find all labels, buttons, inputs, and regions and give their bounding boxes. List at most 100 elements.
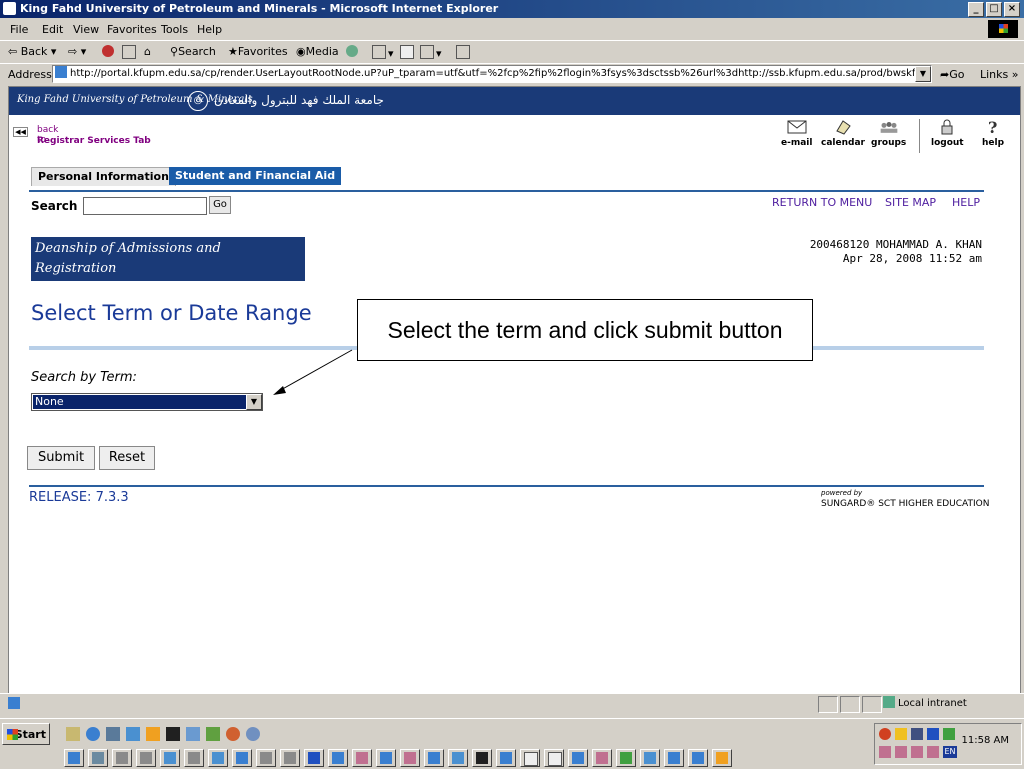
language-indicator[interactable]: EN	[943, 746, 957, 758]
taskbar-window-button[interactable]	[616, 749, 636, 767]
start-button[interactable]: Start	[2, 723, 50, 745]
taskbar-window-button[interactable]	[592, 749, 612, 767]
quicklaunch-icon[interactable]	[66, 727, 80, 741]
taskbar-window-button[interactable]	[472, 749, 492, 767]
history-icon	[346, 45, 358, 57]
forward-button[interactable]: ⇨ ▾	[68, 45, 86, 58]
tray-icon[interactable]	[879, 746, 891, 758]
taskbar-window-button[interactable]	[136, 749, 156, 767]
taskbar-window-button[interactable]	[280, 749, 300, 767]
taskbar-window-button[interactable]	[496, 749, 516, 767]
media-player-icon[interactable]	[146, 727, 160, 741]
taskbar-window-button[interactable]	[712, 749, 732, 767]
taskbar-window-button[interactable]	[352, 749, 372, 767]
search-button[interactable]: ⚲Search	[170, 45, 216, 58]
address-dropdown-icon[interactable]: ▼	[915, 66, 931, 82]
firefox-icon[interactable]	[226, 727, 240, 741]
stop-button[interactable]	[102, 45, 116, 58]
tray-icon[interactable]	[927, 728, 939, 740]
taskbar-window-button[interactable]	[400, 749, 420, 767]
favorites-button[interactable]: ★Favorites	[228, 45, 288, 58]
quicklaunch-icon[interactable]	[246, 727, 260, 741]
stop-icon	[102, 45, 114, 57]
tray-icon[interactable]	[927, 746, 939, 758]
ie-quicklaunch-icon[interactable]	[86, 727, 100, 741]
menu-edit[interactable]: Edit	[42, 23, 63, 36]
taskbar-window-button[interactable]	[544, 749, 564, 767]
ie-status-icon	[8, 697, 20, 709]
clock[interactable]: 11:58 AM	[962, 735, 1009, 746]
tray-icon[interactable]	[911, 746, 923, 758]
quicklaunch-icon[interactable]	[186, 727, 200, 741]
history-button[interactable]	[346, 45, 360, 58]
menu-bar: File Edit View Favorites Tools Help	[0, 18, 1024, 41]
address-input[interactable]: http://portal.kfupm.edu.sa/cp/render.Use…	[52, 65, 932, 83]
taskbar-window-button[interactable]	[424, 749, 444, 767]
window-title: King Fahd University of Petroleum and Mi…	[20, 2, 499, 15]
quicklaunch-icon[interactable]	[206, 727, 220, 741]
mail-icon	[372, 45, 386, 59]
address-bar: Address http://portal.kfupm.edu.sa/cp/re…	[0, 63, 1024, 85]
edit-button[interactable]: ▾	[420, 45, 442, 60]
outlook-icon[interactable]	[126, 727, 140, 741]
address-go-button[interactable]: ➦Go	[940, 68, 964, 81]
close-button[interactable]: ×	[1004, 2, 1020, 17]
taskbar-window-button[interactable]	[88, 749, 108, 767]
page-icon	[55, 66, 67, 78]
instruction-callout: Select the term and click submit button	[357, 299, 813, 361]
menu-tools[interactable]: Tools	[161, 23, 188, 36]
taskbar-window-button[interactable]	[232, 749, 252, 767]
network-icon[interactable]	[911, 728, 923, 740]
links-button[interactable]: Links »	[980, 68, 1019, 81]
taskbar-window-button[interactable]	[64, 749, 84, 767]
taskbar-window-button[interactable]	[664, 749, 684, 767]
edit-icon	[420, 45, 434, 59]
taskbar-window-button[interactable]	[640, 749, 660, 767]
taskbar-window-button[interactable]	[448, 749, 468, 767]
desktop-icon[interactable]	[106, 727, 120, 741]
taskbar-window-button[interactable]	[184, 749, 204, 767]
tray-icon[interactable]	[895, 746, 907, 758]
ie-icon	[3, 2, 16, 15]
back-arrow-icon: ⇦	[8, 45, 18, 58]
menu-favorites[interactable]: Favorites	[107, 23, 157, 36]
back-button[interactable]: ⇦ Back ▾	[8, 45, 56, 58]
cmd-icon[interactable]	[166, 727, 180, 741]
menu-file[interactable]: File	[10, 23, 28, 36]
taskbar-window-button[interactable]	[328, 749, 348, 767]
minimize-button[interactable]: _	[968, 2, 984, 17]
print-button[interactable]	[400, 45, 416, 60]
taskbar-window-button[interactable]	[568, 749, 588, 767]
tray-icon[interactable]	[879, 728, 891, 740]
taskbar-window-button[interactable]	[520, 749, 540, 767]
toolbar: ⇦ Back ▾ ⇨ ▾ ⌂ ⚲Search ★Favorites ◉Media…	[0, 41, 1024, 64]
security-zone: Local intranet	[883, 696, 1013, 711]
taskbar-window-button[interactable]	[160, 749, 180, 767]
tray-icon[interactable]	[943, 728, 955, 740]
taskbar-window-button[interactable]	[304, 749, 324, 767]
taskbar-window-button[interactable]	[112, 749, 132, 767]
home-icon: ⌂	[144, 45, 151, 58]
taskbar-window-button[interactable]	[256, 749, 276, 767]
taskbar-window-button[interactable]	[688, 749, 708, 767]
status-cell	[840, 696, 860, 713]
favorites-icon: ★	[228, 45, 238, 58]
media-button[interactable]: ◉Media	[296, 45, 339, 58]
refresh-icon	[122, 45, 136, 59]
tray-icon[interactable]	[895, 728, 907, 740]
maximize-button[interactable]: □	[986, 2, 1002, 17]
window-titlebar: King Fahd University of Petroleum and Mi…	[0, 0, 1024, 18]
taskbar-window-button[interactable]	[376, 749, 396, 767]
home-button[interactable]: ⌂	[144, 45, 151, 58]
taskbar: Start EN 11:58 AM	[0, 718, 1024, 769]
status-cell	[818, 696, 838, 713]
menu-help[interactable]: Help	[197, 23, 222, 36]
mail-button[interactable]: ▾	[372, 45, 394, 60]
menu-view[interactable]: View	[73, 23, 99, 36]
media-icon: ◉	[296, 45, 306, 58]
address-label: Address	[8, 68, 52, 81]
discuss-button[interactable]	[456, 45, 472, 60]
refresh-button[interactable]	[122, 45, 138, 60]
taskbar-window-button[interactable]	[208, 749, 228, 767]
go-arrow-icon: ➦	[940, 68, 950, 81]
